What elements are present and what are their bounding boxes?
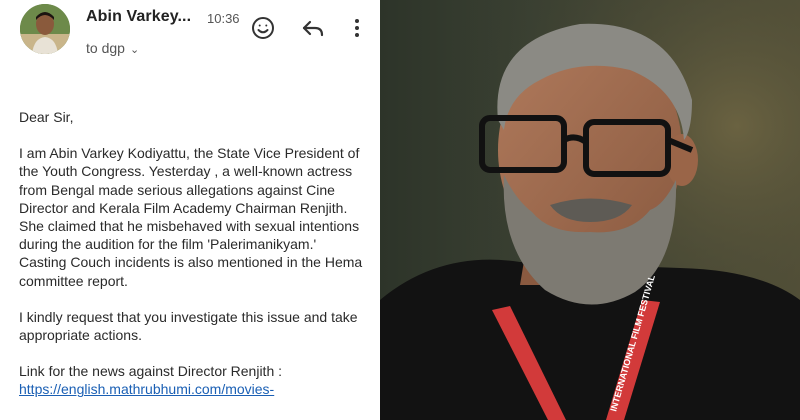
email-time: 10:36 [207,11,240,26]
reply-icon[interactable] [299,14,327,42]
avatar[interactable] [20,4,70,54]
chevron-down-icon: ⌄ [129,44,140,56]
sender-name: Abin Varkey... [86,8,192,25]
body-paragraph-2: I kindly request that you investigate th… [19,308,358,344]
email-body: Dear Sir, I am Abin Varkey Kodiyattu, th… [19,108,364,399]
recipient-toggle[interactable]: to dgp ⌄ [86,40,139,56]
portrait-photo: INTERNATIONAL FILM FESTIVAL [380,0,800,420]
email-view: Abin Varkey... 10:36 to dgp ⌄ Dear Sir, I… [0,0,380,420]
body-paragraph-1: I am Abin Varkey Kodiyattu, the State Vi… [19,145,363,289]
portrait-illustration: INTERNATIONAL FILM FESTIVAL [380,0,800,420]
recipient-label: to dgp [86,40,125,56]
emoji-icon[interactable] [249,14,277,42]
news-link[interactable]: https://english.mathrubhumi.com/movies- [19,380,364,398]
link-label: Link for the news against Director Renji… [19,363,283,380]
more-vert-icon[interactable] [343,14,371,42]
greeting: Dear Sir, [19,109,74,125]
